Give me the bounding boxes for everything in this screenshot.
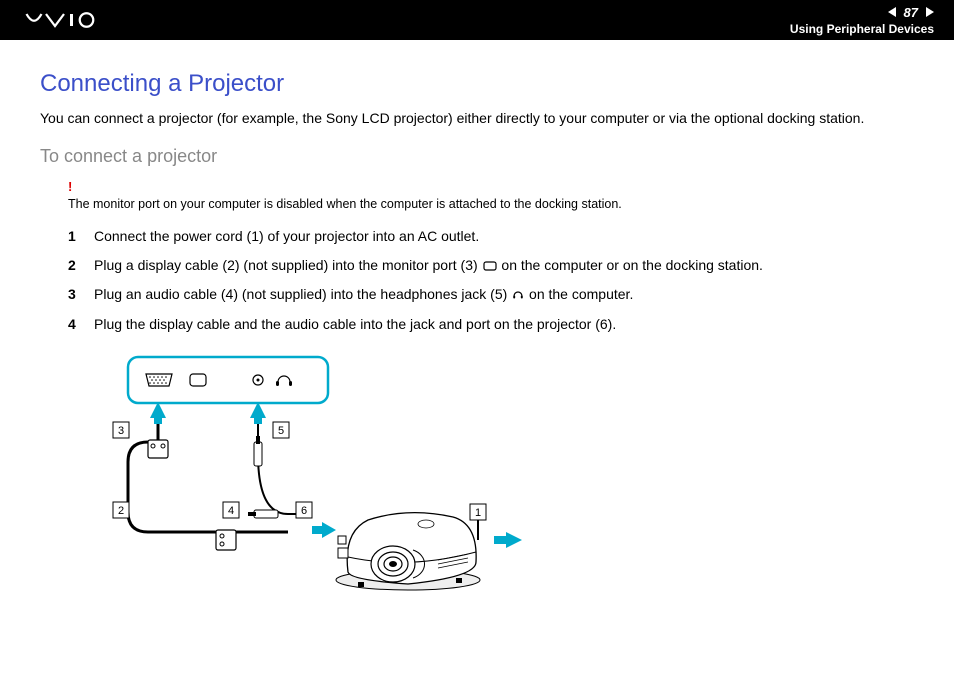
- headphones-icon: [512, 285, 524, 305]
- step-list: 1 Connect the power cord (1) of your pro…: [68, 226, 914, 333]
- diagram-label: 6: [301, 505, 307, 517]
- subheading: To connect a projector: [40, 146, 914, 167]
- warning-text: The monitor port on your computer is dis…: [68, 197, 622, 211]
- page-number: 87: [904, 5, 918, 20]
- warning-mark-icon: !: [68, 179, 914, 196]
- step-item: 2 Plug a display cable (2) (not supplied…: [68, 255, 914, 276]
- warning-note: ! The monitor port on your computer is d…: [68, 179, 914, 212]
- step-text: Plug the display cable and the audio cab…: [94, 314, 616, 334]
- diagram-label: 2: [118, 505, 124, 517]
- step-number: 1: [68, 226, 80, 246]
- step-number: 3: [68, 284, 80, 305]
- diagram-label: 5: [278, 425, 284, 437]
- connection-diagram: 3 5: [98, 352, 914, 612]
- page-header: 87 Using Peripheral Devices: [0, 0, 954, 40]
- step-number: 2: [68, 255, 80, 276]
- intro-paragraph: You can connect a projector (for example…: [40, 108, 914, 128]
- monitor-port-icon: [483, 256, 497, 276]
- page-navigation: 87: [888, 5, 934, 20]
- step-text: Plug an audio cable (4) (not supplied) i…: [94, 284, 633, 305]
- section-name: Using Peripheral Devices: [790, 22, 934, 36]
- step-item: 1 Connect the power cord (1) of your pro…: [68, 226, 914, 246]
- diagram-label: 4: [228, 505, 234, 517]
- page-content: Connecting a Projector You can connect a…: [0, 40, 954, 632]
- step-item: 3 Plug an audio cable (4) (not supplied)…: [68, 284, 914, 305]
- prev-page-arrow-icon[interactable]: [888, 5, 898, 20]
- vaio-logo: [20, 11, 120, 29]
- step-text: Plug a display cable (2) (not supplied) …: [94, 255, 763, 276]
- step-item: 4 Plug the display cable and the audio c…: [68, 314, 914, 334]
- diagram-label: 3: [118, 425, 124, 437]
- step-number: 4: [68, 314, 80, 334]
- next-page-arrow-icon[interactable]: [924, 5, 934, 20]
- diagram-label: 1: [475, 507, 481, 519]
- page-title: Connecting a Projector: [40, 70, 914, 98]
- step-text: Connect the power cord (1) of your proje…: [94, 226, 479, 246]
